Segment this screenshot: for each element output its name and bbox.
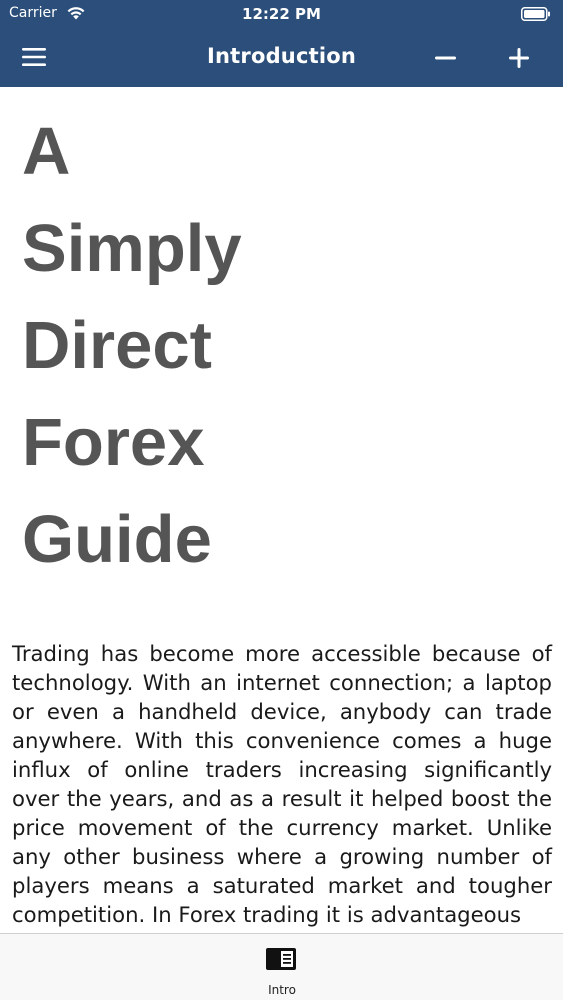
status-bar: Carrier 12:22 PM — [0, 0, 563, 28]
zoom-in-button[interactable] — [500, 42, 538, 74]
title-line: A — [22, 114, 71, 189]
navigation-bar: Introduction — [0, 28, 563, 87]
menu-button[interactable] — [22, 44, 64, 72]
hamburger-menu-icon — [22, 48, 46, 66]
plus-icon — [509, 48, 529, 68]
tab-label: Intro — [268, 983, 296, 997]
top-bar: Carrier 12:22 PM Introduction — [0, 0, 563, 87]
title-line: Direct — [22, 308, 212, 383]
reader-content[interactable]: A Simply Direct Forex Guide Trading has … — [0, 87, 563, 933]
minus-icon — [435, 56, 456, 60]
intro-paragraph: Trading has become more accessible becau… — [12, 641, 552, 927]
battery-icon — [521, 7, 550, 21]
title-line: Simply — [22, 211, 242, 286]
tab-intro[interactable]: Intro — [240, 934, 324, 1000]
book-icon — [266, 948, 296, 970]
title-line: Forex — [22, 405, 205, 480]
title-line: Guide — [22, 502, 212, 577]
page-title: Introduction — [206, 44, 357, 68]
document-title: A Simply Direct Forex Guide — [22, 103, 542, 588]
zoom-out-button[interactable] — [427, 42, 465, 74]
status-time: 12:22 PM — [242, 5, 321, 23]
tab-bar: Intro — [0, 933, 563, 1000]
